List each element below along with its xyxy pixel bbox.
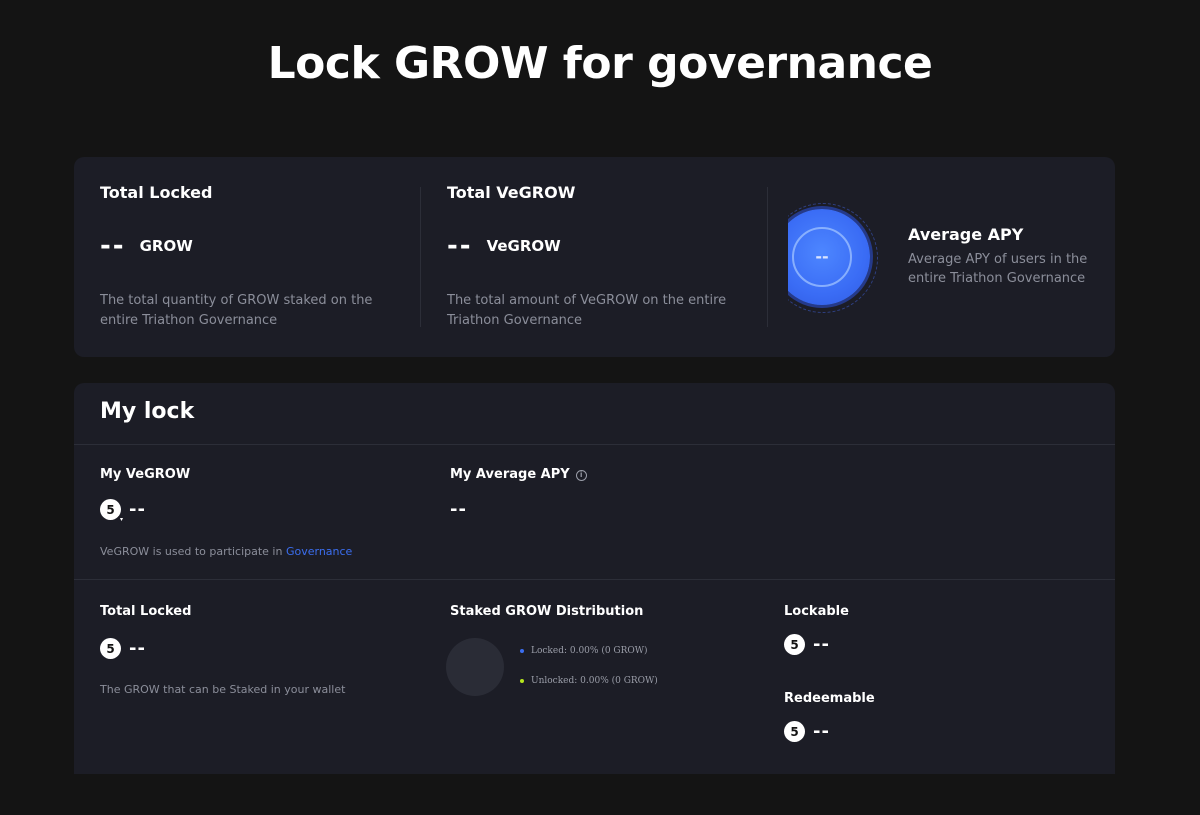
legend-locked: Locked: 0.00% (0 GROW) bbox=[520, 646, 648, 656]
lockable-value-row: 5 -- bbox=[784, 634, 830, 655]
total-vegrow-stat: Total VeGROW -- VeGROW The total amount … bbox=[447, 157, 747, 357]
legend-locked-text: Locked: 0.00% (0 GROW) bbox=[531, 646, 648, 656]
redeemable-value-row: 5 -- bbox=[784, 721, 830, 742]
my-vegrow-note-text: VeGROW is used to participate in bbox=[100, 545, 286, 558]
legend-unlocked: Unlocked: 0.00% (0 GROW) bbox=[520, 676, 658, 686]
grow-coin-icon: 5 bbox=[100, 638, 121, 659]
average-apy-badge: -- bbox=[788, 199, 888, 315]
governance-link[interactable]: Governance bbox=[286, 545, 352, 558]
average-apy-value: -- bbox=[815, 247, 829, 266]
locked-dot-icon bbox=[520, 649, 524, 653]
redeemable-label: Redeemable bbox=[784, 691, 875, 706]
my-vegrow-note: VeGROW is used to participate in Governa… bbox=[100, 545, 352, 558]
grow-coin-icon: 5 ▾ bbox=[100, 499, 126, 524]
total-locked-title: Total Locked bbox=[100, 183, 213, 202]
average-apy-description: Average APY of users in the entire Triat… bbox=[908, 252, 1088, 286]
total-locked-description: The total quantity of GROW staked on the… bbox=[100, 293, 373, 328]
my-vegrow-value-row: 5 ▾ -- bbox=[100, 499, 146, 524]
grow-coin-icon: 5 bbox=[784, 721, 805, 742]
total-vegrow-description: The total amount of VeGROW on the entire… bbox=[447, 293, 727, 328]
total-locked-stat: Total Locked -- GROW The total quantity … bbox=[100, 157, 400, 357]
my-total-locked-label: Total Locked bbox=[100, 604, 192, 619]
stats-card: Total Locked -- GROW The total quantity … bbox=[74, 157, 1115, 357]
total-vegrow-title: Total VeGROW bbox=[447, 183, 576, 202]
total-vegrow-unit: VeGROW bbox=[486, 237, 561, 255]
redeemable-value: -- bbox=[813, 721, 830, 742]
page-title: Lock GROW for governance bbox=[267, 38, 933, 89]
total-vegrow-value: -- bbox=[447, 231, 473, 261]
lockable-value: -- bbox=[813, 634, 830, 655]
my-average-apy-label: My Average APY bbox=[450, 467, 570, 482]
legend-unlocked-text: Unlocked: 0.00% (0 GROW) bbox=[531, 676, 658, 686]
total-locked-value: -- bbox=[100, 231, 126, 261]
my-total-locked-description: The GROW that can be Staked in your wall… bbox=[100, 683, 346, 696]
distribution-pie bbox=[446, 638, 504, 696]
my-total-locked-value: -- bbox=[129, 638, 146, 659]
info-icon[interactable]: i bbox=[575, 470, 587, 481]
my-vegrow-label: My VeGROW bbox=[100, 467, 191, 482]
total-locked-value-row: -- GROW bbox=[100, 231, 193, 261]
total-locked-unit: GROW bbox=[139, 237, 193, 255]
lockable-label: Lockable bbox=[784, 604, 849, 619]
my-lock-header: My lock bbox=[74, 383, 1115, 445]
my-vegrow-section: My VeGROW 5 ▾ -- VeGROW is used to partic… bbox=[74, 445, 1115, 580]
my-total-locked-value-row: 5 -- bbox=[100, 638, 146, 659]
average-apy-title: Average APY bbox=[908, 225, 1024, 244]
my-vegrow-value: -- bbox=[129, 499, 146, 520]
my-lock-title: My lock bbox=[100, 399, 195, 424]
ve-badge-icon: ▾ bbox=[117, 515, 126, 524]
staking-section: Total Locked 5 -- The GROW that can be S… bbox=[74, 580, 1115, 774]
unlocked-dot-icon bbox=[520, 679, 524, 683]
divider bbox=[767, 187, 768, 327]
grow-coin-icon: 5 bbox=[784, 634, 805, 655]
my-average-apy-label-row: My Average APY i bbox=[450, 467, 587, 482]
my-lock-card: My lock My VeGROW 5 ▾ -- VeGROW is used t… bbox=[74, 383, 1115, 774]
my-average-apy-value: -- bbox=[450, 499, 467, 520]
distribution-label: Staked GROW Distribution bbox=[450, 604, 644, 619]
total-vegrow-value-row: -- VeGROW bbox=[447, 231, 561, 261]
divider bbox=[420, 187, 421, 327]
